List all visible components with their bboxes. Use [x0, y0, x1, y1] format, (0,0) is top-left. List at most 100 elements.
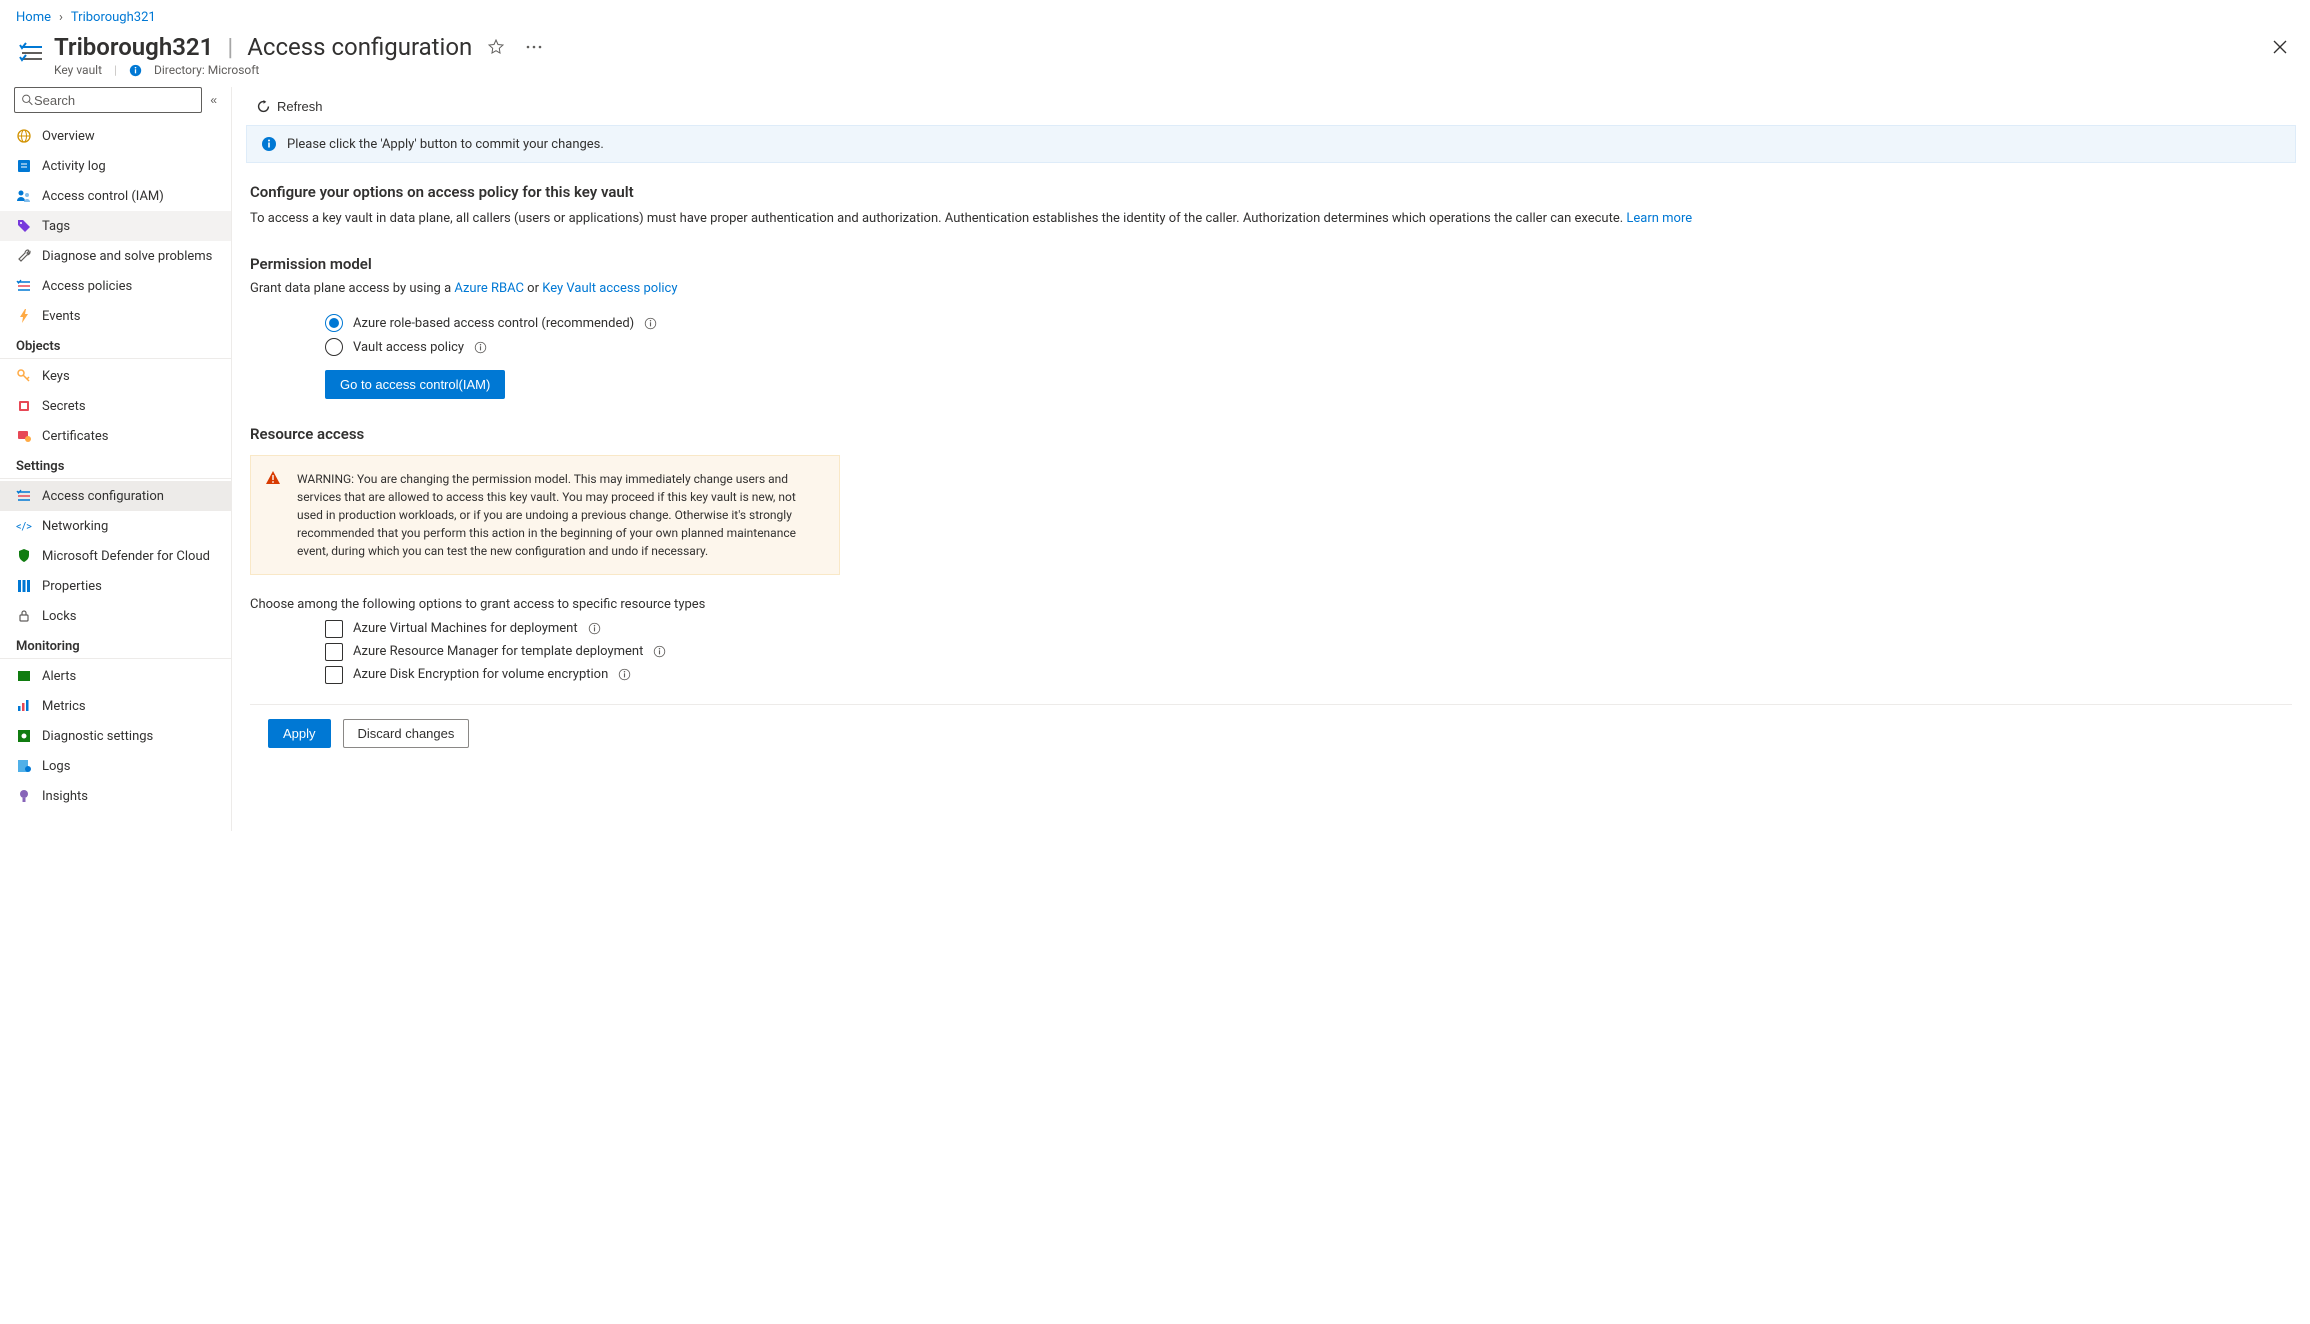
sidebar-item-label: Insights: [42, 789, 88, 804]
sidebar-item-diagnostic-settings[interactable]: Diagnostic settings: [0, 721, 231, 751]
policies-icon: [16, 488, 32, 504]
page-header: Triborough321 | Access configuration Key…: [0, 31, 2310, 87]
checkbox-vm-label: Azure Virtual Machines for deployment: [353, 621, 578, 636]
sidebar-item-logs[interactable]: Logs: [0, 751, 231, 781]
radio-rbac[interactable]: [325, 314, 343, 332]
chevron-right-icon: ›: [59, 10, 63, 25]
sidebar-item-label: Diagnostic settings: [42, 729, 153, 744]
warning-text: WARNING: You are changing the permission…: [297, 472, 796, 558]
sidebar-item-events[interactable]: Events: [0, 301, 231, 331]
sidebar-item-iam[interactable]: Access control (IAM): [0, 181, 231, 211]
sidebar-item-access-configuration[interactable]: Access configuration: [0, 481, 231, 511]
bolt-icon: [16, 308, 32, 324]
breadcrumb-home[interactable]: Home: [16, 10, 51, 25]
breadcrumb-resource[interactable]: Triborough321: [71, 10, 156, 25]
sidebar-item-keys[interactable]: Keys: [0, 361, 231, 391]
more-button[interactable]: [520, 33, 548, 61]
sidebar-item-certificates[interactable]: Certificates: [0, 421, 231, 451]
sidebar-item-label: Logs: [42, 759, 70, 774]
breadcrumb: Home › Triborough321: [0, 0, 2310, 31]
sidebar-item-label: Diagnose and solve problems: [42, 249, 212, 264]
resource-icon: [16, 37, 48, 69]
sidebar: « Overview Activity log Access control (…: [0, 87, 232, 831]
refresh-label: Refresh: [277, 99, 323, 114]
checkbox-row-vm: Azure Virtual Machines for deployment: [325, 620, 2292, 638]
checkbox-disk-enc[interactable]: [325, 666, 343, 684]
info-icon[interactable]: [618, 668, 631, 681]
policies-icon: [16, 278, 32, 294]
key-icon: [16, 368, 32, 384]
info-icon[interactable]: [653, 645, 666, 658]
sidebar-item-access-policies[interactable]: Access policies: [0, 271, 231, 301]
sidebar-item-label: Alerts: [42, 669, 76, 684]
metrics-icon: [16, 698, 32, 714]
tag-icon: [16, 218, 32, 234]
banner-text: Please click the 'Apply' button to commi…: [287, 137, 604, 152]
sidebar-item-networking[interactable]: </> Networking: [0, 511, 231, 541]
config-body: To access a key vault in data plane, all…: [250, 209, 2292, 229]
info-icon: [129, 64, 142, 77]
sidebar-item-overview[interactable]: Overview: [0, 121, 231, 151]
sidebar-item-alerts[interactable]: Alerts: [0, 661, 231, 691]
radio-row-vault-policy: Vault access policy: [325, 338, 2292, 356]
discard-button[interactable]: Discard changes: [343, 719, 470, 748]
sidebar-item-label: Access policies: [42, 279, 132, 294]
sidebar-item-label: Locks: [42, 609, 77, 624]
sidebar-item-secrets[interactable]: Secrets: [0, 391, 231, 421]
resource-type-label: Key vault: [54, 63, 102, 77]
sidebar-item-defender[interactable]: Microsoft Defender for Cloud: [0, 541, 231, 571]
iam-icon: [16, 188, 32, 204]
wrench-icon: [16, 248, 32, 264]
info-icon[interactable]: [588, 622, 601, 635]
sidebar-item-metrics[interactable]: Metrics: [0, 691, 231, 721]
radio-row-rbac: Azure role-based access control (recomme…: [325, 314, 2292, 332]
search-icon: [21, 93, 34, 107]
cert-icon: [16, 428, 32, 444]
permission-lead: Grant data plane access by using a Azure…: [250, 279, 2292, 299]
info-banner: Please click the 'Apply' button to commi…: [246, 125, 2296, 163]
sidebar-item-label: Networking: [42, 519, 108, 534]
sidebar-item-label: Certificates: [42, 429, 108, 444]
sidebar-item-properties[interactable]: Properties: [0, 571, 231, 601]
radio-vault-policy[interactable]: [325, 338, 343, 356]
collapse-sidebar-button[interactable]: «: [210, 93, 217, 107]
info-icon[interactable]: [474, 341, 487, 354]
warning-icon: [265, 470, 281, 491]
go-to-iam-button[interactable]: Go to access control(IAM): [325, 370, 505, 399]
checkbox-row-arm: Azure Resource Manager for template depl…: [325, 643, 2292, 661]
sidebar-item-insights[interactable]: Insights: [0, 781, 231, 811]
sidebar-item-locks[interactable]: Locks: [0, 601, 231, 631]
rbac-link[interactable]: Azure RBAC: [454, 281, 524, 296]
sidebar-search-input[interactable]: [34, 93, 195, 108]
sidebar-item-tags[interactable]: Tags: [0, 211, 231, 241]
refresh-button[interactable]: Refresh: [250, 95, 329, 118]
sidebar-group-monitoring: Monitoring: [0, 631, 231, 659]
sidebar-search[interactable]: [14, 87, 202, 113]
sidebar-item-label: Metrics: [42, 699, 86, 714]
radio-vault-policy-label: Vault access policy: [353, 340, 464, 355]
checkbox-row-disk-enc: Azure Disk Encryption for volume encrypt…: [325, 666, 2292, 684]
logs-icon: [16, 758, 32, 774]
sidebar-group-settings: Settings: [0, 451, 231, 479]
page-subtitle: Access configuration: [247, 33, 472, 61]
chevron-double-left-icon: «: [210, 93, 217, 107]
checkbox-arm-label: Azure Resource Manager for template depl…: [353, 644, 643, 659]
sidebar-item-activity-log[interactable]: Activity log: [0, 151, 231, 181]
sidebar-item-label: Events: [42, 309, 80, 324]
apply-button[interactable]: Apply: [268, 719, 331, 748]
star-icon: [488, 39, 504, 55]
learn-more-link[interactable]: Learn more: [1626, 211, 1692, 226]
close-button[interactable]: [2266, 33, 2294, 61]
access-policy-link[interactable]: Key Vault access policy: [542, 281, 677, 296]
close-icon: [2273, 40, 2287, 54]
sidebar-item-diagnose[interactable]: Diagnose and solve problems: [0, 241, 231, 271]
svg-text:</>: </>: [16, 520, 32, 533]
favorite-button[interactable]: [482, 33, 510, 61]
checkbox-vm[interactable]: [325, 620, 343, 638]
footer-actions: Apply Discard changes: [250, 704, 2292, 762]
page-title: Triborough321: [54, 33, 213, 61]
secret-icon: [16, 398, 32, 414]
checkbox-arm[interactable]: [325, 643, 343, 661]
info-icon[interactable]: [644, 317, 657, 330]
sidebar-group-objects: Objects: [0, 331, 231, 359]
